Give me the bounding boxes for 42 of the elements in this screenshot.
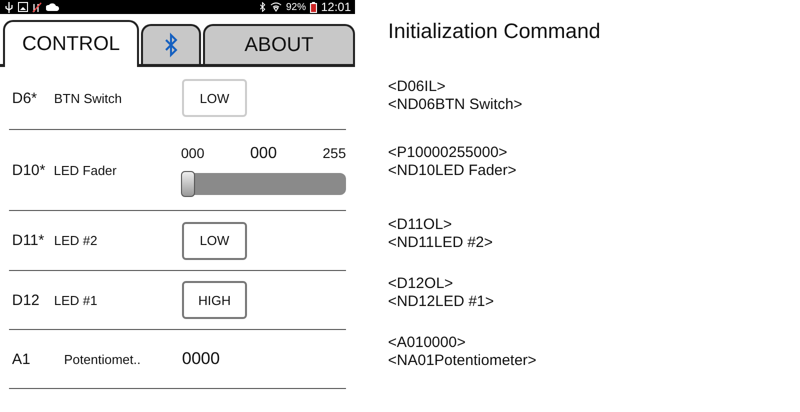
command-line: <D06IL> — [388, 78, 447, 96]
bluetooth-icon — [258, 2, 266, 12]
toggle-button[interactable]: LOW — [182, 222, 247, 260]
command-line: <ND11LED #2> — [388, 234, 494, 252]
control-name: LED #1 — [54, 292, 98, 308]
pin-label: A1 — [11, 350, 32, 368]
slider-max: 255 — [322, 145, 346, 163]
usb-icon — [4, 2, 14, 12]
command-line: <D11OL> — [388, 216, 453, 234]
no-data-icon — [32, 2, 42, 12]
reading-value: 0000 — [182, 349, 220, 369]
command-line: <P10000255000> — [388, 144, 508, 162]
slider-track[interactable] — [181, 173, 346, 195]
image-icon — [18, 2, 28, 12]
battery-icon — [310, 2, 317, 12]
command-line: <A010000> — [388, 334, 467, 352]
pin-label: D12 — [11, 292, 41, 308]
command-line: <D12OL> — [388, 275, 454, 293]
command-line: <ND06BTN Switch> — [388, 96, 524, 114]
command-line: <ND10LED Fader> — [388, 162, 518, 180]
slider-thumb[interactable] — [181, 171, 196, 197]
battery-percent: 92% — [286, 2, 306, 12]
pin-label: D6* — [11, 90, 38, 106]
slider-value: 000 — [250, 145, 277, 163]
cloud-icon — [46, 2, 59, 12]
control-name: LED Fader — [54, 162, 118, 178]
tab[interactable]: ABOUT — [203, 24, 355, 64]
bluetooth-icon — [163, 30, 179, 60]
toggle-button[interactable]: HIGH — [182, 281, 247, 319]
tab[interactable]: CONTROL — [3, 20, 139, 67]
control-name: LED #2 — [54, 233, 98, 248]
command-line: <NA01Potentiometer> — [388, 352, 538, 370]
slider-min: 000 — [181, 145, 204, 163]
wifi-icon — [270, 2, 282, 12]
control-name: Potentiomet.. — [63, 352, 142, 366]
pin-label: D10* — [11, 162, 46, 178]
panel-title: Initialization Command — [388, 20, 600, 44]
command-line: <ND12LED #1> — [388, 293, 495, 311]
control-name: BTN Switch — [54, 90, 123, 106]
bluetooth-tab[interactable] — [141, 24, 201, 64]
pin-label: D11* — [11, 232, 46, 249]
clock: 12:01 — [320, 0, 351, 14]
